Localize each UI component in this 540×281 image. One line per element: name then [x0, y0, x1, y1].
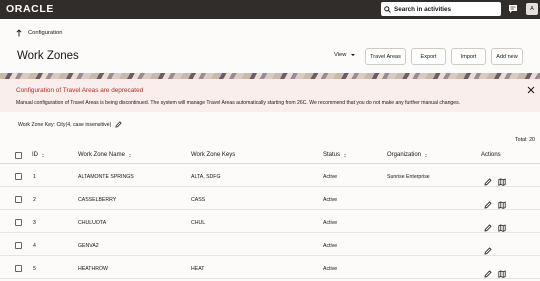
sort-icon [425, 153, 428, 157]
caret-down-icon [351, 54, 356, 56]
edit-pencil-icon[interactable] [484, 242, 492, 255]
cell-work-zone-name[interactable]: ALTAMONTE SPRINGS [78, 174, 134, 180]
cell-status: Active [323, 266, 338, 272]
select-all-checkbox[interactable] [15, 152, 22, 159]
row-checkbox[interactable] [15, 265, 22, 272]
row-checkbox[interactable] [15, 219, 22, 226]
add-new-button[interactable]: Add new [491, 48, 523, 65]
travel-areas-button[interactable]: Travel Areas [365, 48, 406, 65]
column-header-actions: Actions [481, 152, 501, 158]
cell-work-zone-name[interactable]: CHULUOTA [78, 220, 106, 226]
alert-title: Configuration of Travel Areas are deprec… [16, 87, 144, 94]
column-label-organization: Organization [387, 152, 422, 158]
column-header-keys: Work Zone Keys [191, 152, 235, 158]
cell-id: 5 [33, 266, 36, 272]
deprecation-alert [0, 79, 540, 112]
cell-work-zone-name[interactable]: HEATHROW [78, 266, 108, 272]
cell-work-zone-keys: CASS [191, 197, 206, 203]
oracle-logo[interactable]: ORACLE [6, 3, 54, 15]
work-zone-key-line: Work Zone Key: City(4, case insensitive) [18, 121, 122, 128]
column-header-id[interactable]: ID [32, 152, 44, 158]
messages-button[interactable] [507, 3, 518, 15]
cell-status: Active [323, 174, 338, 180]
breadcrumb[interactable]: Configuration [16, 29, 62, 37]
alert-message: Manual configuration of Travel Areas is … [16, 100, 461, 106]
edit-pencil-icon[interactable] [115, 121, 122, 128]
edit-pencil-icon[interactable] [484, 173, 492, 186]
breadcrumb-label[interactable]: Configuration [28, 30, 62, 36]
cell-id: 1 [33, 174, 36, 180]
page-title: Work Zones [17, 50, 79, 62]
cell-work-zone-keys: ALTA, SDFG [191, 174, 221, 180]
arrow-up-icon [16, 29, 22, 37]
row-checkbox[interactable] [15, 173, 22, 180]
edit-pencil-icon[interactable] [484, 196, 492, 209]
map-icon[interactable] [498, 265, 506, 278]
cell-work-zone-keys: HEAT [191, 266, 205, 272]
column-label-name: Work Zone Name [78, 152, 125, 158]
search-box[interactable]: Search in activities [381, 2, 501, 16]
cell-status: Active [323, 220, 338, 226]
close-icon[interactable] [527, 86, 535, 94]
cell-status: Active [323, 243, 338, 249]
view-menu[interactable]: View [334, 52, 356, 58]
map-icon[interactable] [498, 219, 506, 232]
cell-id: 3 [33, 220, 36, 226]
column-header-organization[interactable]: Organization [387, 152, 428, 158]
cell-organization: Sunrise Enterprise [387, 174, 430, 180]
column-header-name[interactable]: Work Zone Name [78, 152, 131, 158]
search-icon [384, 5, 391, 13]
column-label-status: Status [323, 152, 341, 158]
column-label-actions: Actions [481, 152, 501, 158]
column-label-id: ID [32, 152, 38, 158]
cell-work-zone-name[interactable]: GENVA2 [78, 243, 99, 249]
work-zone-key-label: Work Zone Key: City(4, case insensitive) [18, 121, 112, 128]
user-avatar[interactable]: A [526, 3, 538, 15]
chat-icon [508, 5, 517, 13]
column-label-keys: Work Zone Keys [191, 152, 236, 158]
cell-work-zone-keys: CHUL [191, 220, 206, 226]
view-menu-label: View [334, 52, 347, 58]
cell-work-zone-name[interactable]: CASSELBERRY [78, 197, 116, 203]
sort-icon [344, 153, 347, 157]
cell-id: 4 [33, 243, 36, 249]
sort-icon [128, 153, 131, 157]
map-icon[interactable] [498, 173, 506, 186]
cell-status: Active [323, 197, 338, 203]
column-header-status[interactable]: Status [323, 152, 347, 158]
total-count: Total: 20 [514, 137, 535, 143]
edit-pencil-icon[interactable] [484, 265, 492, 278]
search-input[interactable]: Search in activities [394, 6, 451, 13]
cell-id: 2 [33, 197, 36, 203]
edit-pencil-icon[interactable] [484, 219, 492, 232]
export-button[interactable]: Export [411, 48, 446, 65]
top-bar: ORACLE Search in activities A [0, 0, 540, 19]
row-checkbox[interactable] [15, 242, 22, 249]
row-checkbox[interactable] [15, 196, 22, 203]
sort-icon [42, 153, 44, 157]
import-button[interactable]: Import [451, 48, 486, 65]
map-icon[interactable] [498, 196, 506, 209]
